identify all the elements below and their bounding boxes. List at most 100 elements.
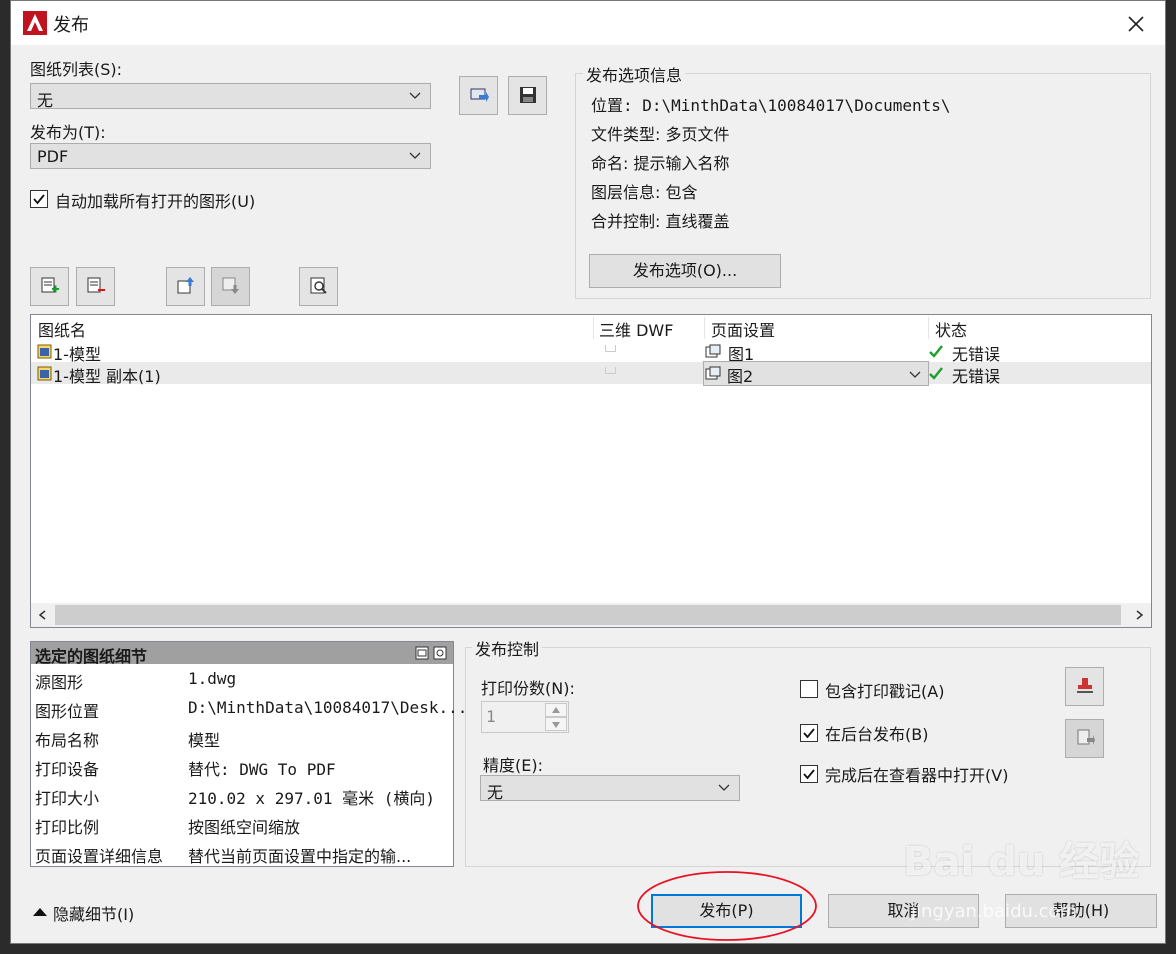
- save-icon: [520, 87, 536, 103]
- copies-increment[interactable]: [545, 703, 567, 717]
- chevron-down-icon: [718, 784, 730, 791]
- auto-load-label[interactable]: 自动加载所有打开的图形(U): [55, 188, 255, 212]
- detail-key: 图形位置: [35, 702, 100, 721]
- copy-details-icon[interactable]: [415, 646, 429, 660]
- caret-up-icon[interactable]: [33, 906, 47, 916]
- checkmark-icon: [33, 194, 45, 205]
- background-publish-label[interactable]: 在后台发布(B): [825, 721, 928, 745]
- detail-row: 页面设置详细信息 替代当前页面设置中指定的输...: [35, 840, 451, 869]
- publish-to-value: PDF: [37, 147, 69, 166]
- watermark-url: jingyan.baidu.com: [911, 901, 1078, 922]
- column-header-status[interactable]: 状态: [935, 317, 967, 341]
- publish-naming: 命名: 提示输入名称: [591, 154, 730, 173]
- check-icon: [929, 345, 943, 358]
- chevron-down-icon: [409, 92, 421, 99]
- document-icon: [1077, 729, 1095, 745]
- detail-key: 打印大小: [35, 789, 100, 808]
- caret-up-icon: [552, 707, 560, 713]
- detail-row: 布局名称 模型: [35, 724, 451, 753]
- preview-button[interactable]: [299, 267, 338, 306]
- move-up-icon: [177, 277, 194, 294]
- save-sheet-list-button[interactable]: [508, 76, 547, 115]
- column-header-page-setup[interactable]: 页面设置: [711, 317, 775, 341]
- publish-to-select[interactable]: PDF: [30, 143, 431, 169]
- detail-value: D:\MinthData\10084017\Desk...: [188, 698, 468, 717]
- status-value: 无错误: [952, 367, 1001, 386]
- page-setup-icon: [705, 366, 721, 380]
- 3d-dwf-checkbox[interactable]: [605, 367, 616, 374]
- remove-sheets-button[interactable]: [76, 267, 115, 306]
- refresh-details-icon[interactable]: [433, 646, 447, 660]
- chevron-down-icon: [909, 371, 921, 378]
- scroll-right-icon[interactable]: [1133, 609, 1145, 621]
- remove-sheet-icon: [87, 277, 105, 293]
- horizontal-scrollbar[interactable]: [31, 603, 1151, 627]
- scroll-left-icon[interactable]: [37, 609, 49, 621]
- detail-row: 打印比例 按图纸空间缩放: [35, 811, 451, 840]
- detail-row: 打印大小 210.02 x 297.01 毫米 (横向): [35, 782, 451, 811]
- add-sheet-icon: [41, 277, 59, 293]
- detail-row: 图形位置 D:\MinthData\10084017\Desk...: [35, 695, 467, 724]
- column-separator: [928, 317, 929, 339]
- page-setup-select[interactable]: 图2: [703, 361, 929, 386]
- publish-file-type: 文件类型: 多页文件: [591, 125, 730, 144]
- sheet-icon: [37, 344, 52, 359]
- publish-options-button[interactable]: 发布选项(O)...: [589, 254, 781, 288]
- close-icon[interactable]: [1121, 9, 1151, 39]
- background-publish-settings-button[interactable]: [1065, 719, 1104, 758]
- window-title: 发布: [53, 15, 89, 36]
- details-title: 选定的图纸细节: [35, 647, 148, 666]
- selected-sheet-details: 选定的图纸细节 源图形 1.dwg 图形位置 D:\MinthData\1008…: [30, 641, 467, 869]
- sheet-list-select[interactable]: 无: [30, 83, 431, 110]
- add-sheets-button[interactable]: [30, 267, 69, 306]
- publish-control-title: 发布控制: [472, 636, 543, 660]
- detail-value: 按图纸空间缩放: [188, 818, 301, 837]
- table-row[interactable]: 1-模型 图1 无错误: [31, 340, 1151, 364]
- publish-options-info-group: 发布选项信息 位置: D:\MinthData\10084017\Documen…: [575, 62, 1151, 299]
- details-header: 选定的图纸细节: [31, 642, 453, 666]
- publish-location: 位置: D:\MinthData\10084017\Documents\: [591, 96, 951, 115]
- column-separator: [593, 317, 594, 339]
- title-bar: 发布: [11, 1, 1165, 45]
- 3d-dwf-checkbox[interactable]: [605, 345, 616, 352]
- preview-icon: [310, 277, 327, 294]
- column-header-sheet-name[interactable]: 图纸名: [38, 317, 86, 341]
- checkmark-icon: [803, 728, 815, 739]
- sheet-icon: [37, 366, 52, 381]
- scrollbar-thumb[interactable]: [55, 605, 1121, 625]
- detail-row: 打印设备 替代: DWG To PDF: [35, 753, 451, 782]
- detail-value: 210.02 x 297.01 毫米 (横向): [188, 789, 436, 808]
- hide-details-link[interactable]: 隐藏细节(I): [53, 901, 134, 925]
- sheet-list-label: 图纸列表(S):: [30, 60, 123, 79]
- open-viewer-checkbox[interactable]: [800, 765, 818, 783]
- precision-label: 精度(E):: [483, 756, 543, 775]
- plot-stamp-settings-button[interactable]: [1065, 667, 1104, 706]
- publish-layer-info: 图层信息: 包含: [591, 183, 698, 202]
- detail-key: 布局名称: [35, 731, 100, 750]
- table-row[interactable]: 1-模型 副本(1) 图2 无错误: [31, 361, 1151, 386]
- copies-stepper[interactable]: 1: [481, 701, 569, 733]
- precision-value: 无: [487, 783, 504, 802]
- move-down-icon: [222, 277, 239, 294]
- open-viewer-label[interactable]: 完成后在查看器中打开(V): [825, 762, 1008, 786]
- sheet-list-value: 无: [37, 91, 54, 110]
- copies-decrement[interactable]: [545, 717, 567, 731]
- auto-load-checkbox[interactable]: [30, 190, 48, 208]
- include-stamp-checkbox[interactable]: [800, 680, 818, 698]
- detail-key: 打印比例: [35, 818, 100, 837]
- detail-key: 源图形: [35, 673, 84, 692]
- detail-row: 源图形 1.dwg: [35, 666, 451, 695]
- column-separator: [704, 317, 705, 339]
- move-sheet-up-button[interactable]: [166, 267, 205, 306]
- background-publish-checkbox[interactable]: [800, 724, 818, 742]
- load-list-icon: [470, 88, 489, 102]
- check-icon: [929, 367, 943, 380]
- stamp-icon: [1077, 678, 1093, 693]
- include-stamp-label[interactable]: 包含打印戳记(A): [825, 678, 944, 702]
- checkmark-icon: [803, 769, 815, 780]
- page-setup-icon: [705, 344, 721, 358]
- load-sheet-list-button[interactable]: [459, 76, 498, 115]
- precision-select[interactable]: 无: [480, 775, 740, 802]
- column-header-3d-dwf[interactable]: 三维 DWF: [599, 317, 673, 341]
- move-sheet-down-button[interactable]: [211, 267, 250, 306]
